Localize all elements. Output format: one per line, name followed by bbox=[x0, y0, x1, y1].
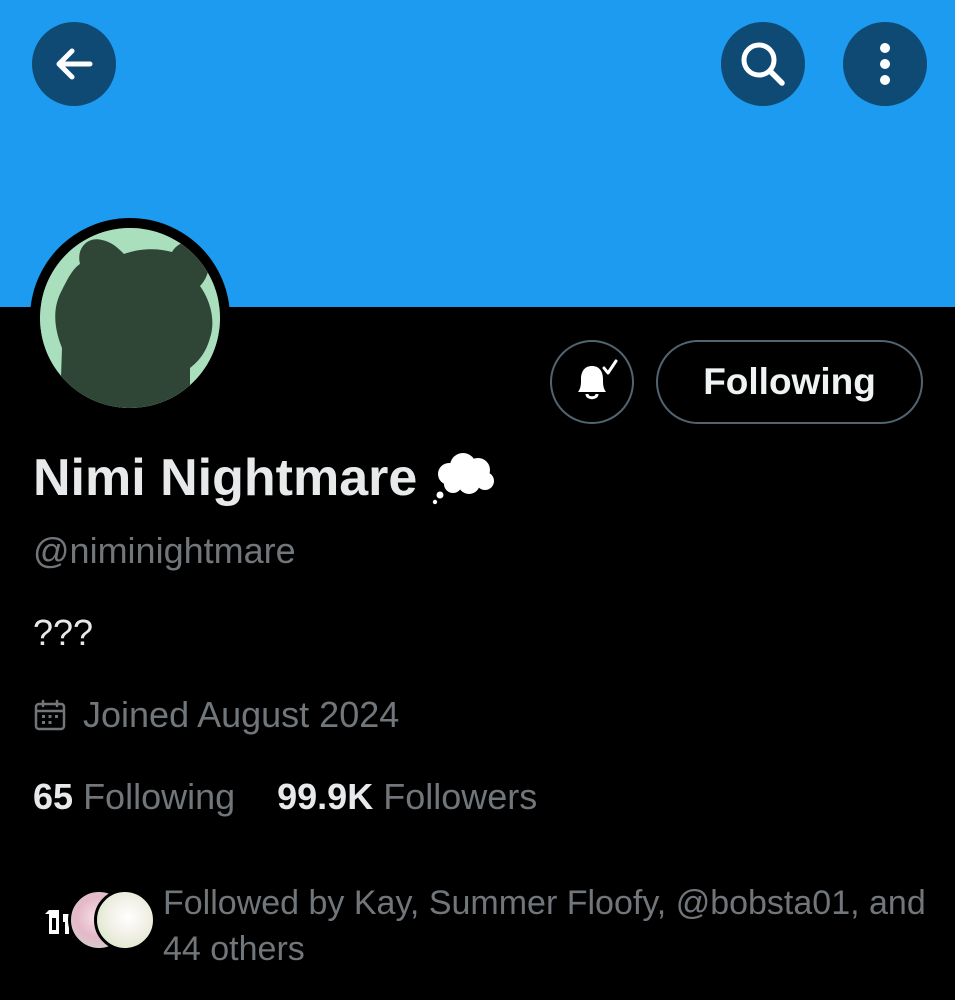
bell-check-icon bbox=[578, 359, 618, 400]
avatar-image bbox=[40, 228, 220, 408]
following-count: 65 bbox=[33, 776, 74, 817]
profile-page: Following Nimi Nightmare @niminightmare … bbox=[0, 0, 955, 1000]
followers-stat[interactable]: 99.9K Followers bbox=[277, 776, 537, 818]
notifications-button[interactable] bbox=[550, 340, 634, 424]
following-stat[interactable]: 65 Following bbox=[33, 776, 235, 818]
more-options-button[interactable] bbox=[843, 22, 927, 106]
following-button[interactable]: Following bbox=[656, 340, 923, 424]
followed-by-text[interactable]: Followed by Kay, Summer Floofy, @bobsta0… bbox=[163, 880, 933, 972]
joined-date: Joined August 2024 bbox=[83, 694, 400, 735]
more-vertical-icon bbox=[880, 43, 890, 85]
followed-by-avatars[interactable] bbox=[36, 885, 156, 955]
handle: @niminightmare bbox=[33, 530, 296, 571]
display-name-row: Nimi Nightmare bbox=[33, 448, 497, 508]
followers-label: Followers bbox=[383, 776, 538, 817]
profile-avatar[interactable] bbox=[30, 218, 230, 418]
thought-bubble-icon bbox=[433, 453, 495, 505]
display-name: Nimi Nightmare bbox=[33, 449, 418, 507]
bio: ??? bbox=[33, 612, 94, 653]
search-button[interactable] bbox=[721, 22, 805, 106]
back-button[interactable] bbox=[32, 22, 116, 106]
arrow-left-icon bbox=[56, 48, 93, 80]
calendar-icon bbox=[34, 699, 66, 731]
joined-date-row: Joined August 2024 bbox=[33, 694, 399, 736]
followers-count: 99.9K bbox=[277, 776, 374, 817]
follow-stats: 65 Following 99.9K Followers bbox=[33, 776, 537, 818]
search-icon bbox=[741, 42, 785, 86]
follower-avatar bbox=[94, 889, 156, 951]
following-label: Following bbox=[83, 776, 236, 817]
